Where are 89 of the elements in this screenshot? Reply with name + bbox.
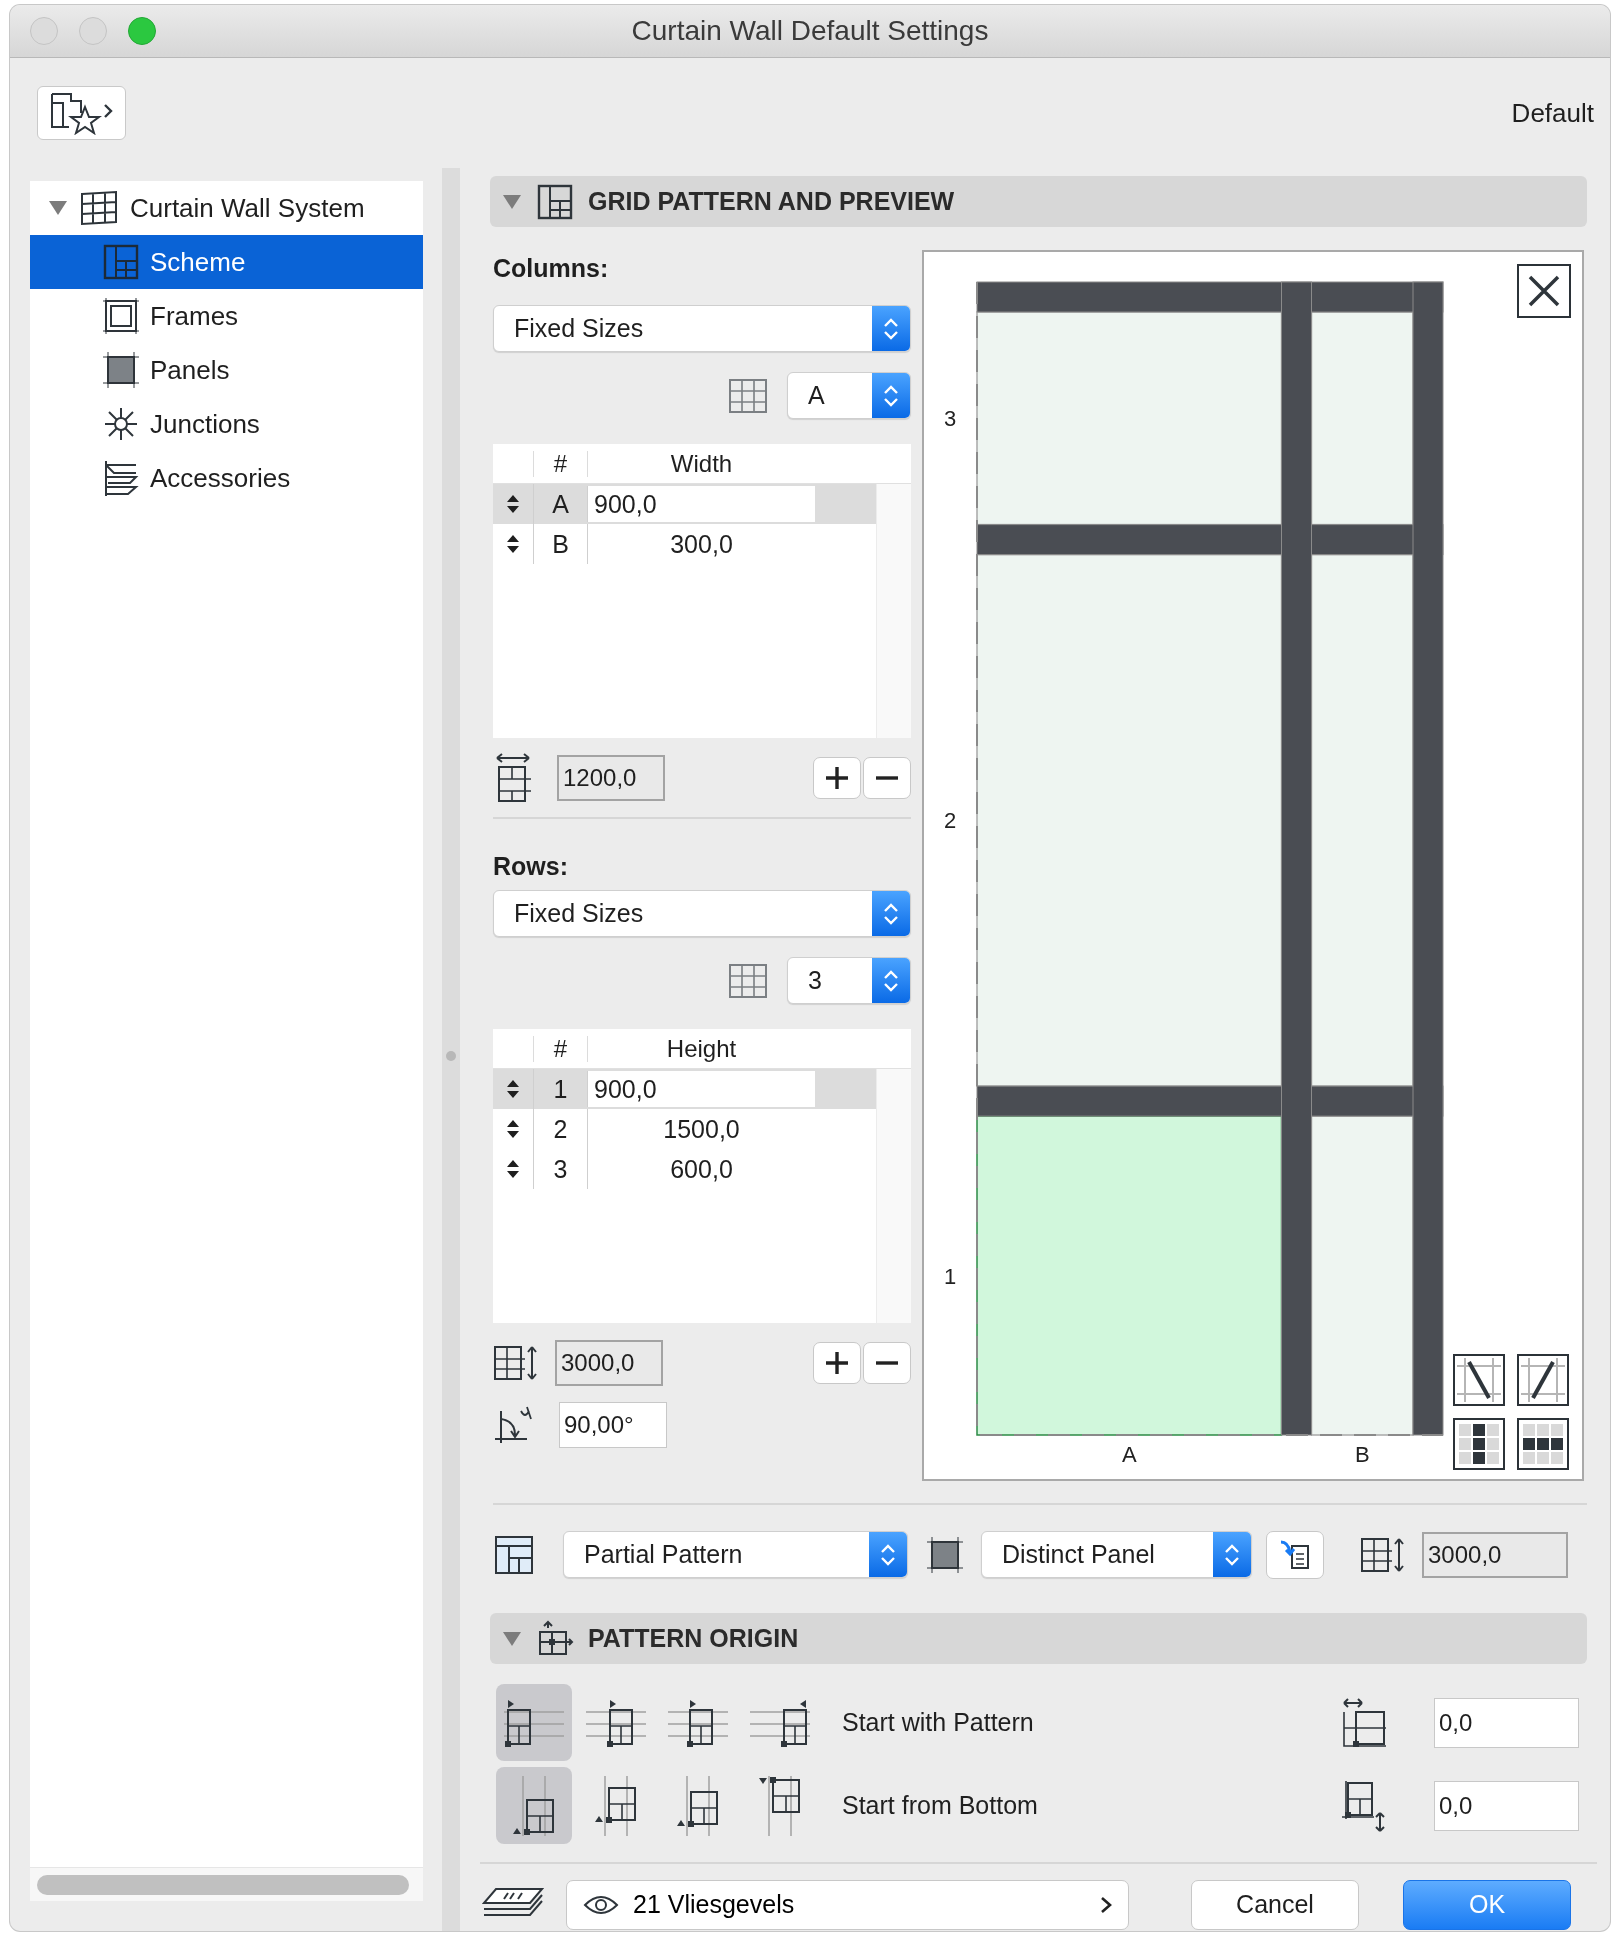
row-selector[interactable]: 3 xyxy=(787,957,911,1005)
value-input[interactable]: 900,0 xyxy=(587,486,815,523)
layer-select[interactable]: 21 Vliesgevels xyxy=(566,1879,1129,1930)
section-header[interactable]: PATTERN ORIGIN xyxy=(490,1613,1587,1665)
offset-field[interactable]: 0,0 xyxy=(1434,1697,1579,1748)
remove-button[interactable] xyxy=(863,1341,911,1384)
window-title: Curtain Wall Default Settings xyxy=(630,15,990,47)
tree-item[interactable]: Frames xyxy=(30,289,423,343)
tree-item[interactable]: Junctions xyxy=(30,397,423,451)
tree-item[interactable]: Scheme xyxy=(30,235,423,289)
disclosure-triangle-icon[interactable] xyxy=(48,199,68,217)
junction-icon xyxy=(102,405,140,443)
pattern-start-icon xyxy=(586,1697,646,1748)
columns-label: Columns: xyxy=(493,254,610,285)
add-button[interactable] xyxy=(813,756,861,799)
origin-option[interactable] xyxy=(496,1684,572,1762)
origin-icon xyxy=(536,1619,574,1658)
panel-select[interactable]: Distinct Panel xyxy=(981,1531,1252,1578)
section-header[interactable]: GRID PATTERN AND PREVIEW xyxy=(490,176,1587,228)
columns-mode-select[interactable]: Fixed Sizes xyxy=(493,305,911,353)
table-row[interactable]: A 900,0 xyxy=(493,484,876,525)
column-header: # xyxy=(533,1035,587,1062)
origin-option[interactable] xyxy=(496,1767,572,1845)
chevron-icon xyxy=(1100,1895,1112,1914)
column-header: # xyxy=(533,450,587,477)
row-highlight-button[interactable] xyxy=(1517,1418,1569,1471)
column-header: Width xyxy=(587,450,815,477)
accessory-icon xyxy=(102,459,140,497)
disclosure-triangle-icon[interactable] xyxy=(502,1629,522,1648)
offset-field[interactable]: 0,0 xyxy=(1434,1780,1579,1831)
add-button[interactable] xyxy=(813,1341,861,1384)
slash-panel-button[interactable] xyxy=(1517,1354,1569,1407)
grid-icon xyxy=(78,190,120,226)
panel-icon xyxy=(926,1535,964,1574)
close-button[interactable] xyxy=(1517,264,1571,319)
favorites-button[interactable] xyxy=(37,86,126,140)
plus-icon xyxy=(824,764,850,791)
row-label: 2 xyxy=(943,808,957,834)
table-cell: 300,0 xyxy=(587,524,815,565)
plus-icon xyxy=(824,1349,850,1376)
option-label: Start from Bottom xyxy=(842,1791,1038,1821)
remove-button[interactable] xyxy=(863,756,911,799)
pattern-start-icon xyxy=(668,1697,728,1748)
total-width-field[interactable]: 1200,0 xyxy=(557,754,665,801)
columns-grid-icon xyxy=(727,376,769,415)
table-cell: 3 xyxy=(533,1149,587,1190)
vertical-cells-icon xyxy=(1457,1422,1501,1467)
pattern-select[interactable]: Partial Pattern xyxy=(563,1531,908,1578)
diagonal-icon xyxy=(1457,1358,1501,1403)
panel-icon xyxy=(102,351,140,389)
rows-label: Rows: xyxy=(493,852,569,883)
diagonal-icon xyxy=(1521,1358,1565,1403)
tree-item[interactable]: Panels xyxy=(30,343,423,397)
vertical-offset-icon xyxy=(1340,1778,1388,1833)
tree-item[interactable]: Accessories xyxy=(30,451,423,505)
cancel-button[interactable]: Cancel xyxy=(1191,1879,1359,1930)
value-input[interactable]: 900,0 xyxy=(587,1071,815,1108)
row-label: 3 xyxy=(943,406,957,432)
row-label: 1 xyxy=(943,1263,957,1289)
backslash-panel-button[interactable] xyxy=(1453,1354,1505,1407)
column-header: Height xyxy=(587,1035,815,1062)
rows-mode-select[interactable]: Fixed Sizes xyxy=(493,890,911,938)
column-selector[interactable]: A xyxy=(787,372,911,420)
column-highlight-button[interactable] xyxy=(1453,1418,1505,1471)
total-height-field[interactable]: 3000,0 xyxy=(555,1339,663,1386)
favorites-icon xyxy=(48,91,115,135)
pattern-start-icon xyxy=(750,1697,810,1748)
preset-label: Default xyxy=(1511,97,1594,129)
horizontal-offset-icon xyxy=(1340,1697,1388,1748)
table-row[interactable]: 1 900,0 xyxy=(493,1069,876,1110)
pattern-height-field[interactable]: 3000,0 xyxy=(1422,1531,1568,1578)
rows-grid-icon xyxy=(727,961,769,1000)
scrollbar-thumb[interactable] xyxy=(37,1874,409,1895)
apply-button[interactable] xyxy=(1266,1530,1324,1579)
angle-field[interactable]: 90,00° xyxy=(559,1402,667,1449)
column-label: A xyxy=(1121,1442,1137,1468)
frame-icon xyxy=(102,297,140,335)
table-cell: B xyxy=(533,524,587,565)
minus-icon xyxy=(876,775,898,780)
column-label: B xyxy=(1354,1442,1370,1468)
option-label: Start with Pattern xyxy=(842,1708,1034,1738)
horizontal-cells-icon xyxy=(1521,1422,1565,1467)
minus-icon xyxy=(876,1360,898,1365)
disclosure-triangle-icon[interactable] xyxy=(502,192,522,211)
grid-pattern-icon xyxy=(536,182,574,221)
table-cell: 600,0 xyxy=(587,1149,815,1190)
tree-item[interactable]: Curtain Wall System xyxy=(30,181,423,235)
pattern-start-icon xyxy=(504,1697,564,1748)
scheme-icon xyxy=(102,243,140,281)
